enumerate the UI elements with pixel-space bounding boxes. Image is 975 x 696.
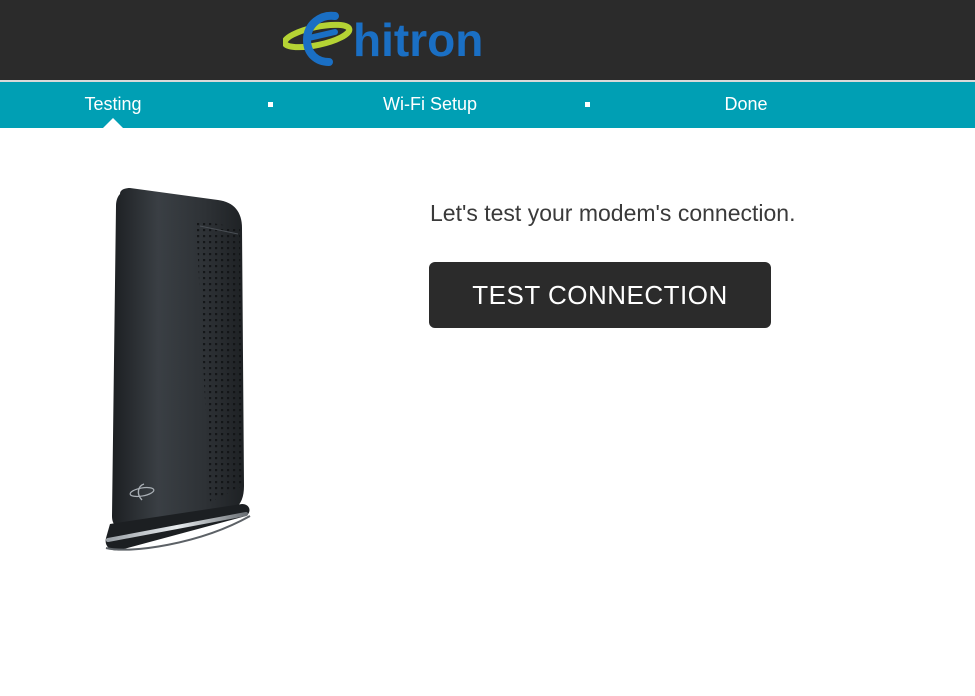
active-step-indicator [102, 118, 124, 129]
logo-wordmark: hitron [353, 14, 483, 66]
test-connection-button[interactable]: TEST CONNECTION [429, 262, 771, 328]
hitron-logo: hitron [283, 10, 513, 70]
step-done: Done [724, 94, 768, 114]
step-wifi-setup: Wi-Fi Setup [382, 94, 478, 114]
connection-test-prompt: Let's test your modem's connection. [430, 200, 796, 226]
modem-device-image [100, 186, 260, 558]
step-separator-dot [585, 102, 590, 107]
step-separator-dot [268, 102, 273, 107]
top-header: hitron [0, 0, 975, 80]
setup-step-bar: Testing Wi-Fi Setup Done [0, 82, 975, 129]
